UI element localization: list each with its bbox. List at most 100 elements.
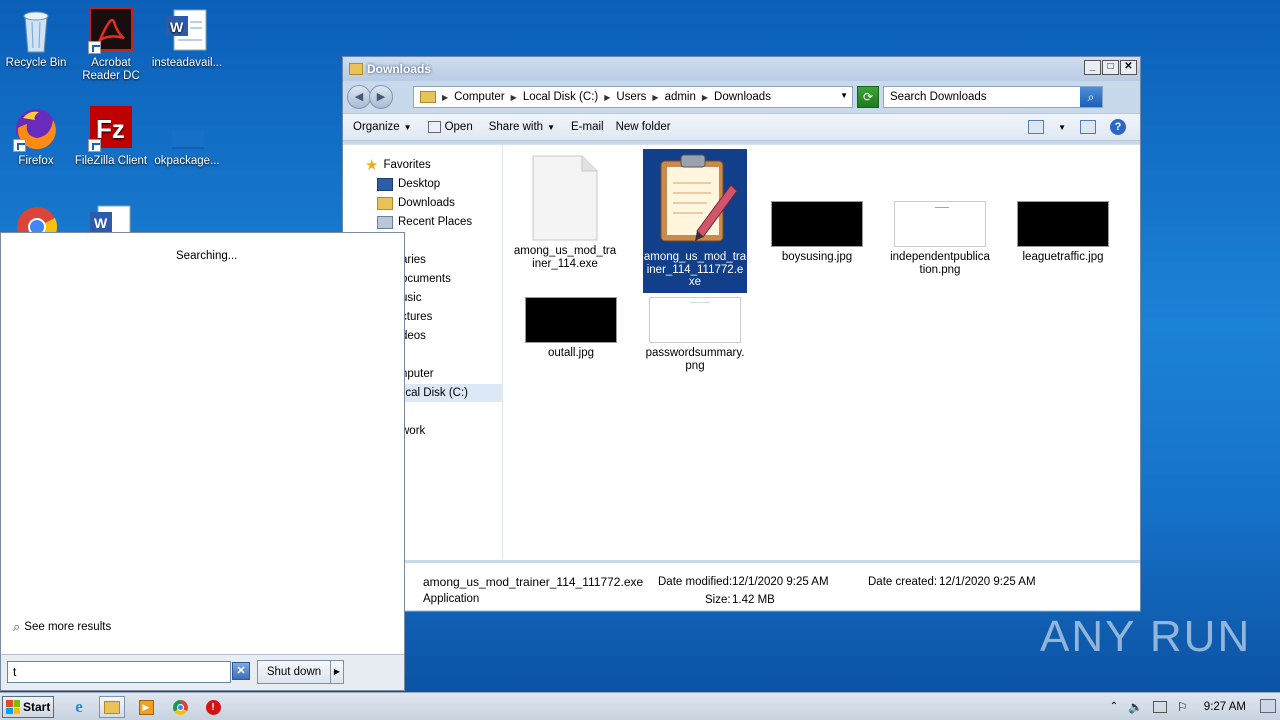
volume-icon[interactable]: 🔈: [1128, 700, 1143, 714]
details-type: Application: [423, 593, 480, 605]
view-icon: [1028, 120, 1045, 134]
show-desktop-button[interactable]: [1260, 699, 1276, 713]
help-button[interactable]: ?: [1110, 119, 1126, 135]
start-button[interactable]: Start: [2, 696, 54, 718]
forward-button[interactable]: ▶: [369, 85, 393, 109]
desktop-icon-acrobat[interactable]: Acrobat Reader DC: [73, 7, 149, 83]
chevron-right-icon: ▶: [701, 92, 709, 102]
window-titlebar[interactable]: Downloads _ □ ✕: [343, 57, 1140, 81]
file-name-line: png: [685, 359, 705, 372]
shortcut-arrow-icon: [88, 41, 101, 54]
refresh-button[interactable]: ⟳: [857, 86, 879, 108]
details-filename: among_us_mod_trainer_114_111772.exe: [423, 575, 644, 589]
address-bar[interactable]: ▶ Computer ▶ Local Disk (C:) ▶ Users ▶ a…: [413, 86, 853, 108]
chevron-down-icon[interactable]: ▼: [840, 91, 848, 100]
desktop-icon-insteadavail[interactable]: W insteadavail...: [149, 8, 225, 70]
maximize-button[interactable]: □: [1102, 60, 1119, 75]
search-icon[interactable]: ⌕: [1080, 87, 1102, 107]
image-thumbnail: [649, 297, 741, 343]
details-date-created-label: Date created:: [868, 576, 938, 588]
nav-desktop[interactable]: Desktop: [377, 175, 440, 193]
searching-status: Searching...: [176, 250, 238, 262]
chrome-desktop-icon[interactable]: [14, 204, 60, 232]
details-date-modified-label: Date modified:: [658, 576, 733, 588]
file-item[interactable]: leaguetraffic.jpg: [1011, 201, 1115, 264]
command-bar: Organize ▼ Open Share with ▼ E-mail New fo…: [343, 113, 1140, 141]
open-button[interactable]: Open: [427, 121, 473, 133]
nav-pictures[interactable]: ctures: [401, 308, 432, 326]
desktop-icon-firefox[interactable]: Firefox: [0, 106, 74, 168]
desktop-icon-label: Acrobat Reader DC: [82, 57, 140, 82]
file-item[interactable]: independentpublica tion.png: [888, 201, 992, 276]
chevron-down-icon: ▼: [1058, 122, 1066, 132]
network-icon[interactable]: [1153, 700, 1168, 713]
preview-pane-button[interactable]: [1080, 120, 1096, 134]
show-hidden-icons-button[interactable]: ⌃: [1110, 701, 1118, 712]
clock[interactable]: 9:27 AM: [1204, 701, 1246, 713]
file-name-line: independentpublica: [890, 251, 990, 263]
taskbar-explorer[interactable]: [99, 696, 125, 718]
image-thumbnail: [525, 297, 617, 343]
open-label: Open: [444, 121, 473, 133]
breadcrumb-downloads[interactable]: Downloads: [714, 91, 771, 103]
breadcrumb-computer[interactable]: Computer: [454, 91, 505, 103]
shutdown-button[interactable]: Shut down: [257, 660, 331, 684]
search-input[interactable]: Search Downloads ⌕: [883, 86, 1103, 108]
chevron-down-icon: ▼: [403, 123, 412, 132]
share-with-button[interactable]: Share with ▼: [489, 121, 555, 133]
clear-search-button[interactable]: ✕: [232, 662, 250, 680]
file-name-line: among_us_mod_tra: [513, 245, 617, 257]
back-button[interactable]: ◀: [347, 85, 371, 109]
blank-file-icon: [532, 155, 598, 241]
windows-logo-icon: [6, 700, 20, 714]
desktop-icon-recycle-bin[interactable]: Recycle Bin: [0, 8, 74, 70]
breadcrumb-local-disk[interactable]: Local Disk (C:): [523, 91, 598, 103]
nav-downloads[interactable]: Downloads: [377, 194, 455, 212]
file-icon: [164, 106, 210, 152]
view-options-button[interactable]: ▼: [1028, 120, 1066, 134]
file-item[interactable]: outall.jpg: [519, 297, 623, 360]
desktop-icon-filezilla[interactable]: Fz FileZilla Client: [73, 106, 149, 168]
minimize-button[interactable]: _: [1084, 60, 1101, 75]
organize-button[interactable]: Organize ▼: [353, 121, 412, 133]
taskbar-ie[interactable]: e: [66, 696, 92, 718]
file-item-selected[interactable]: among_us_mod_tra iner_114_111772.e xe: [643, 149, 747, 293]
chrome-icon: [172, 699, 188, 715]
breadcrumb-users[interactable]: Users: [616, 91, 646, 103]
details-date-modified: 12/1/2020 9:25 AM: [732, 576, 829, 588]
desktop-icon-label: FileZilla Client: [74, 155, 148, 167]
taskbar-media-player[interactable]: ▶: [133, 696, 159, 718]
nav-computer[interactable]: nputer: [401, 365, 434, 383]
address-row: ◀ ▶ ▶ Computer ▶ Local Disk (C:) ▶ Users…: [343, 81, 1140, 113]
nav-recent-places[interactable]: Recent Places: [377, 213, 472, 231]
explorer-window: Downloads _ □ ✕ ◀ ▶ ▶ Computer ▶ Local D…: [342, 56, 1141, 612]
file-item[interactable]: among_us_mod_tra iner_114.exe: [513, 155, 617, 270]
file-item[interactable]: passwordsummary. png: [643, 297, 747, 372]
breadcrumb-admin[interactable]: admin: [665, 91, 696, 103]
nav-label: Recent Places: [398, 216, 473, 228]
star-icon: ★: [365, 157, 379, 174]
new-folder-button[interactable]: New folder: [616, 121, 671, 133]
taskbar-chrome[interactable]: [167, 696, 193, 718]
action-center-flag-icon[interactable]: ⚐: [1177, 700, 1188, 714]
firefox-icon: [13, 106, 59, 152]
email-button[interactable]: E-mail: [571, 121, 604, 133]
shutdown-options-button[interactable]: ▶: [330, 660, 344, 684]
svg-text:W: W: [94, 215, 108, 231]
desktop-icon-okpackage[interactable]: okpackage...: [149, 106, 225, 168]
details-pane: among_us_mod_trainer_114_111772.exe Appl…: [343, 562, 1140, 610]
word-desktop-icon[interactable]: W: [88, 204, 134, 232]
nav-favorites[interactable]: ★ Favorites: [365, 156, 431, 174]
file-item[interactable]: boysusing.jpg: [765, 201, 869, 264]
file-name-line: iner_114_111772.e: [646, 263, 744, 276]
taskbar-alert-app[interactable]: !: [200, 696, 226, 718]
file-name-line: outall.jpg: [547, 347, 595, 359]
see-more-results-link[interactable]: ⌕ See more results: [13, 619, 111, 635]
nav-documents[interactable]: ocuments: [401, 270, 451, 288]
recycle-bin-icon: [13, 8, 59, 54]
shortcut-arrow-icon: [13, 139, 26, 152]
close-button[interactable]: ✕: [1120, 60, 1137, 75]
desktop-icon-label: insteadavail...: [151, 57, 223, 69]
acrobat-icon: [88, 7, 134, 54]
start-search-input[interactable]: t: [7, 661, 231, 683]
